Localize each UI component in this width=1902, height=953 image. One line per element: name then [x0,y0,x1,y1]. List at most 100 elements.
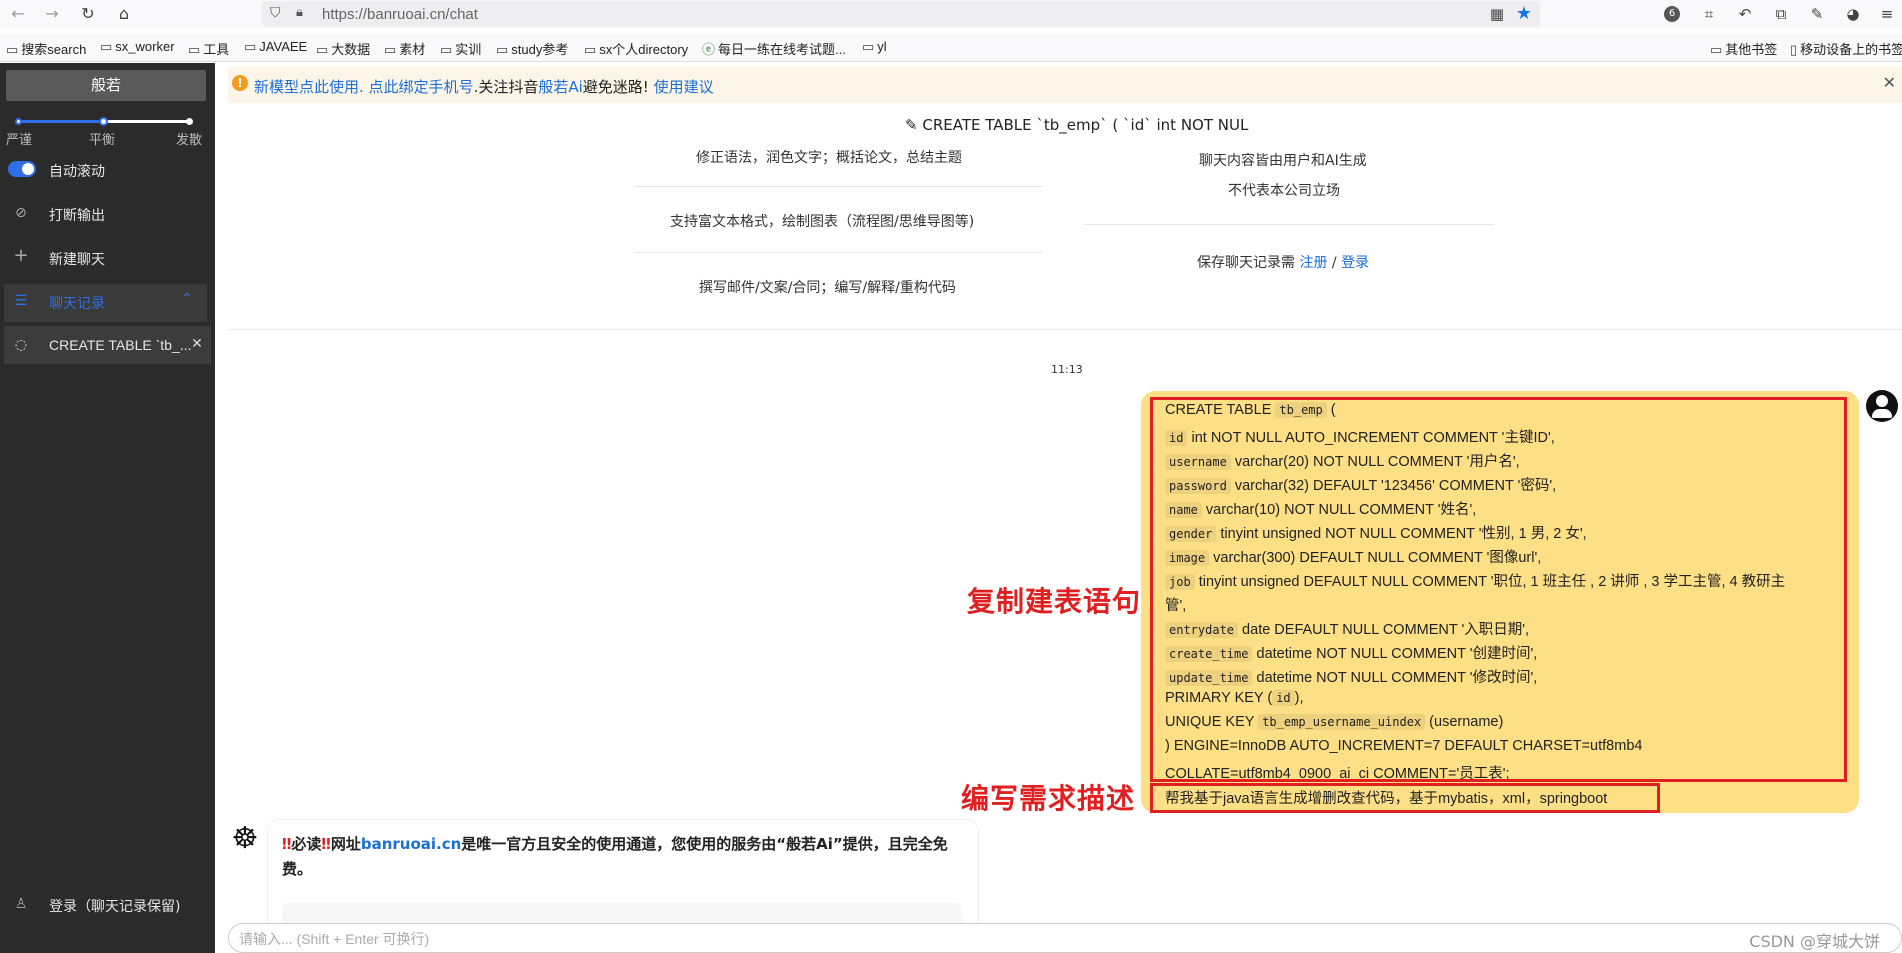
new-chat-button[interactable]: 新建聊天 [49,249,105,269]
douyin-link[interactable]: 般若Ai [538,78,582,96]
folder-icon: ▭ [584,42,597,57]
site-link[interactable]: banruoai.cn [361,835,461,853]
home-icon[interactable]: ⌂ [112,2,136,26]
browser-toolbar: ← → ↻ ⌂ ⛉ 🔒︎ https://banruoai.cn/chat ▦ … [0,0,1902,28]
folder-icon: ▭ [384,42,397,57]
divider [635,186,1043,187]
highlight-box [1150,397,1847,782]
folder-icon: ▭ [496,42,509,57]
save-hint: 保存聊天记录需 注册 / 登录 [1197,255,1370,271]
forward-icon[interactable]: → [40,2,64,26]
bookmark-item[interactable]: ▭ 大数据 [316,39,370,58]
list-icon: ☰ [14,293,28,309]
login-link[interactable]: 登录 [1341,255,1369,271]
slider-label-balanced: 平衡 [89,133,116,148]
slider-label-strict: 严谨 [6,133,33,148]
undo-icon[interactable]: ↶ [1734,3,1756,25]
mobile-icon: ▯ [1790,42,1798,57]
divider [1084,224,1494,225]
feature-item: 撰写邮件/文案/合同；编写/解释/重构代码 [699,280,956,296]
folder-icon: ▭ [100,39,113,54]
chat-history-label: 聊天记录 [49,296,105,312]
plus-icon: + [13,245,29,266]
eyedropper-icon[interactable]: ✎ [1806,3,1828,25]
login-button[interactable]: 登录（聊天记录保留) [49,896,180,916]
chevron-up-icon[interactable]: ⌃ [178,291,196,307]
interrupt-button[interactable]: 打断输出 [49,205,105,225]
divider [228,329,1902,330]
bot-message-text: ‼必读‼网址banruoai.cn是唯一官方且安全的使用通道，您使用的服务由“般… [282,835,948,878]
bookmark-item[interactable]: ▭ 实训 [440,39,481,58]
bookmark-item[interactable]: ▭ 工具 [188,39,229,58]
bookmark-item[interactable]: ▭ sx个人directory [584,39,688,58]
highlight-box [1150,783,1660,813]
annotation-copy: 复制建表语句 [967,585,1142,618]
close-icon[interactable]: ✕ [188,336,206,352]
chat-input-box[interactable] [228,923,1902,953]
address-bar[interactable]: ⛉ 🔒︎ https://banruoai.cn/chat ▦ ★ [262,1,1540,27]
folder-icon: ▭ [1710,42,1723,57]
notice-text: 新模型点此使用. 点此绑定手机号.关注抖音般若Ai避免迷路! 使用建议 [254,78,714,96]
bookmark-item[interactable]: ▭ study参考 [496,39,568,58]
extension-badge[interactable]: 6 [1664,6,1680,22]
slider-stop-strict[interactable] [15,118,22,125]
bookmarks-bar: ▭ 搜索search ▭ sx_worker ▭ 工具 ▭ JAVAEE ▭ 大数据 ▭ 素… [0,34,1902,62]
reload-icon[interactable]: ↻ [76,2,100,26]
extensions-icon[interactable]: ⧉ [1770,3,1792,25]
bookmark-item[interactable]: ▭ sx_worker [100,39,175,55]
user-avatar [1866,390,1898,422]
chat-title[interactable]: ✎ CREATE TABLE `tb_emp` ( `id` int NOT N… [905,116,1248,134]
lock-icon[interactable]: 🔒︎ [296,5,303,20]
bookmark-item[interactable]: ▭ JAVAEE [244,39,307,55]
slider-handle[interactable] [99,117,108,126]
alert-mark: ‼ [282,835,292,853]
sidebar: 般若 严谨 平衡 发散 自动滚动 ⊘ 打断输出 + 新建聊天 ☰ 聊天记录 ⌃ … [0,63,215,953]
slider-label-divergent: 发散 [176,133,203,148]
auto-scroll-toggle[interactable] [8,161,36,177]
chat-item-title: CREATE TABLE `tb_... [49,337,192,353]
new-model-link[interactable]: 新模型点此使用. [254,78,364,96]
watermark: CSDN @穿城大饼 [1749,932,1880,951]
notice-banner: ! 新模型点此使用. 点此绑定手机号.关注抖音般若Ai避免迷路! 使用建议 ✕ [228,67,1902,103]
folder-icon: ▭ [862,39,875,54]
brand-button[interactable]: 般若 [6,70,206,101]
bookmark-item[interactable]: ▯ 移动设备上的书签 [1790,39,1902,58]
feature-item: 修正语法，润色文字；概括论文，总结主题 [696,150,962,166]
bookmark-item[interactable]: ▭ yl [862,39,887,55]
bookmark-item[interactable]: ⓔ 每日一练在线考试题... [702,39,846,58]
folder-icon: ▭ [316,42,329,57]
edge-page-icon: ⓔ [702,42,716,57]
color-wheel-icon[interactable]: ◕ [1842,3,1864,25]
message-time: 11:13 [1051,363,1083,376]
wheel-icon: ☸ [231,821,259,856]
slider-stop-divergent[interactable] [186,118,193,125]
bookmark-item[interactable]: ▭ 其他书签 [1710,39,1777,58]
qr-code-icon[interactable]: ▦ [1490,5,1504,23]
url-text[interactable]: https://banruoai.cn/chat [322,6,478,23]
stop-icon: ⊘ [15,205,27,221]
usage-tips-link[interactable]: 使用建议 [649,78,714,96]
bookmark-item[interactable]: ▭ 素材 [384,39,425,58]
bookmark-star-icon[interactable]: ★ [1516,3,1532,24]
chat-input[interactable] [239,928,1739,950]
folder-icon: ▭ [440,42,453,57]
menu-icon[interactable]: ≡ [1876,3,1898,25]
back-icon[interactable]: ← [6,2,30,26]
auto-scroll-label: 自动滚动 [49,164,105,180]
user-icon: ♙ [14,896,28,912]
chat-history-header[interactable] [4,284,207,322]
bookmark-item[interactable]: ▭ 搜索search [6,39,86,58]
shield-icon[interactable]: ⛉ [270,5,281,21]
edit-icon[interactable]: ✎ [905,116,918,134]
alert-icon: ! [232,75,248,91]
register-link[interactable]: 注册 [1299,255,1327,271]
close-icon[interactable]: ✕ [1883,73,1896,92]
disclaimer-line: 聊天内容皆由用户和AI生成 [1199,153,1367,169]
bind-phone-link[interactable]: 点此绑定手机号 [364,78,474,96]
crop-icon[interactable]: ⌗ [1698,3,1720,25]
divider [635,252,1043,253]
disclaimer-line: 不代表本公司立场 [1228,183,1340,199]
alert-mark: ‼ [321,835,331,853]
creativity-slider-fill [20,120,104,123]
folder-icon: ▭ [188,42,201,57]
